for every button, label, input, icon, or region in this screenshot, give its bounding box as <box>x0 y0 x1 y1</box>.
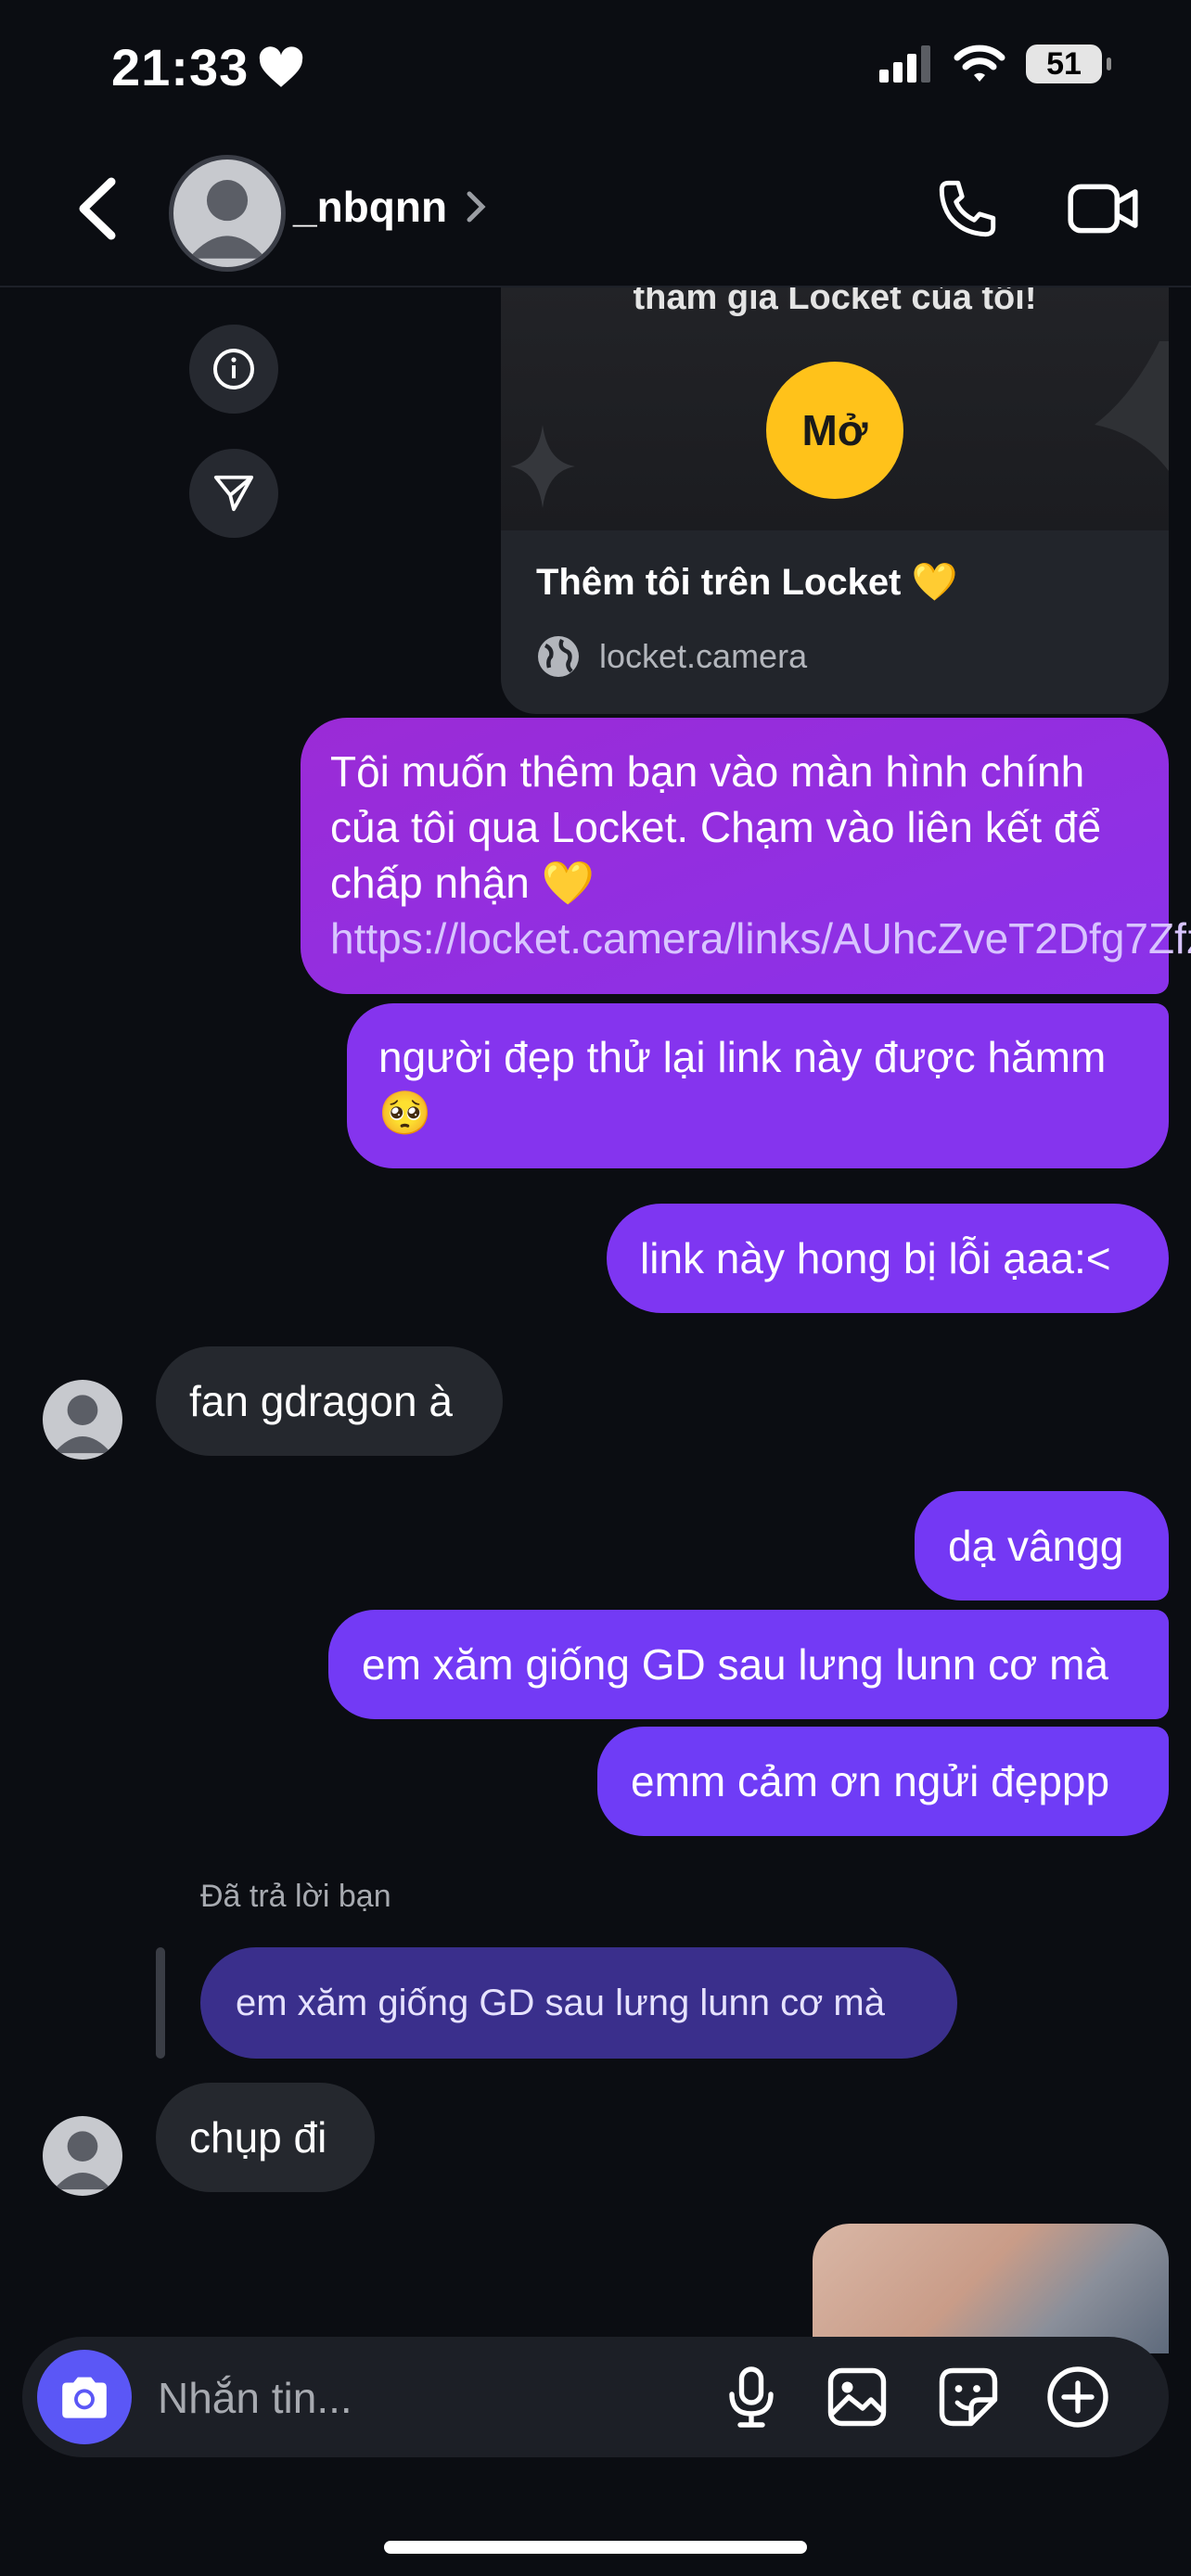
status-time-text: 21:33 <box>111 38 250 96</box>
video-call-icon[interactable] <box>1067 179 1139 238</box>
add-circle-icon[interactable] <box>1044 2364 1111 2430</box>
sticker-icon[interactable] <box>935 2364 1002 2430</box>
gallery-icon[interactable] <box>824 2364 890 2430</box>
status-right: 51 <box>879 45 1111 83</box>
chevron-right-icon <box>467 191 486 223</box>
battery-level: 51 <box>1046 45 1082 82</box>
globe-icon <box>538 636 579 677</box>
card-title: Thêm tôi trên Locket 💛 <box>536 562 958 603</box>
sparkle-decoration-icon <box>510 425 575 508</box>
message-link[interactable]: https://locket.camera/links/AUhcZveT2Dfg… <box>330 914 1191 963</box>
info-icon <box>213 349 254 389</box>
status-time: 21:33 <box>111 37 304 97</box>
send-icon <box>213 475 254 512</box>
sent-photo[interactable] <box>813 2224 1169 2353</box>
message-text: chụp đi <box>189 2113 327 2162</box>
back-chevron-icon[interactable] <box>74 176 121 241</box>
message-bubble-sent[interactable]: em xăm giống GD sau lưng lunn cơ mà <box>328 1610 1169 1719</box>
phone-icon[interactable] <box>935 176 1000 241</box>
message-text: Tôi muốn thêm bạn vào màn hình chính của… <box>330 747 1102 907</box>
message-text: emm cảm ơn ngửi đẹppp <box>631 1757 1110 1805</box>
avatar-placeholder-icon <box>188 180 266 259</box>
camera-button[interactable] <box>37 2350 132 2444</box>
shape-decoration-icon <box>1095 341 1169 471</box>
message-text: fan gdragon à <box>189 1377 453 1425</box>
wifi-icon <box>954 45 1005 82</box>
message-text: dạ vângg <box>948 1522 1124 1570</box>
card-domain-row: locket.camera <box>536 634 807 679</box>
contact-name-button[interactable]: _nbqnn <box>293 182 488 232</box>
contact-username: _nbqnn <box>293 183 448 231</box>
contact-avatar[interactable] <box>169 155 286 272</box>
info-button[interactable] <box>189 325 278 414</box>
message-bubble-sent[interactable]: emm cảm ơn ngửi đẹppp <box>597 1727 1169 1836</box>
sender-avatar[interactable] <box>43 2116 122 2196</box>
sender-avatar[interactable] <box>43 1380 122 1460</box>
open-button[interactable]: Mở <box>766 362 903 499</box>
message-bubble-sent[interactable]: Tôi muốn thêm bạn vào màn hình chính của… <box>301 718 1191 994</box>
message-text: link này hong bị lỗi ạaa:< <box>640 1234 1111 1282</box>
message-text: người đẹp thử lại link này được hămm 🥺 <box>378 1033 1107 1137</box>
reply-quote-bar <box>156 1947 165 2059</box>
message-text: em xăm giống GD sau lưng lunn cơ mà <box>362 1640 1108 1689</box>
message-input[interactable] <box>156 2365 679 2431</box>
battery-indicator: 51 <box>1026 45 1111 83</box>
message-bubble-received[interactable]: fan gdragon à <box>156 1346 503 1456</box>
signal-icon <box>879 45 930 83</box>
avatar-placeholder-icon <box>54 1395 111 1454</box>
reply-label: Đã trả lời bạn <box>200 1879 391 1914</box>
message-bubble-sent[interactable]: dạ vângg <box>915 1491 1169 1600</box>
replied-message-quote[interactable]: em xăm giống GD sau lưng lunn cơ mà <box>200 1947 957 2059</box>
card-domain-text: locket.camera <box>599 637 808 675</box>
card-preview-text: tham gia Locket của tôi! <box>633 286 1037 317</box>
message-bubble-sent[interactable]: link này hong bị lỗi ạaa:< <box>607 1204 1169 1313</box>
microphone-icon[interactable] <box>718 2364 785 2430</box>
card-preview-image: tham gia Locket của tôi! Mở <box>501 286 1169 530</box>
avatar-placeholder-icon <box>54 2131 111 2190</box>
share-button[interactable] <box>189 449 278 538</box>
message-bubble-sent[interactable]: người đẹp thử lại link này được hămm 🥺 <box>347 1003 1169 1168</box>
link-preview-card[interactable]: tham gia Locket của tôi! Mở Thêm tôi trê… <box>501 286 1169 714</box>
heart-icon <box>260 45 303 87</box>
camera-icon <box>62 2377 107 2418</box>
message-bubble-received[interactable]: chụp đi <box>156 2083 375 2192</box>
home-indicator[interactable] <box>384 2541 807 2554</box>
